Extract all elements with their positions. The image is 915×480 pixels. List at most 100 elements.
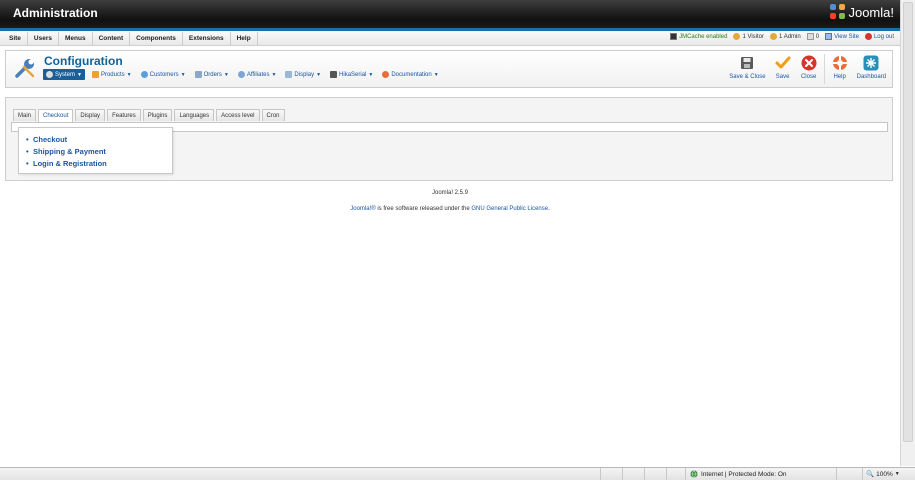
gpl-link[interactable]: GNU General Public License [471, 206, 548, 212]
admin-icon [770, 33, 778, 40]
submenu-products[interactable]: Products ▼ [90, 70, 134, 79]
chevron-down-icon: ▼ [126, 71, 132, 78]
joomla-logo-icon [830, 4, 846, 20]
license-suffix-text: . [548, 206, 550, 212]
zoom-icon: 🔍 [866, 471, 875, 478]
joomla-logo-text: Joomla! [848, 4, 894, 20]
joomla-link[interactable]: Joomla!® [350, 206, 375, 212]
toolbar-divider [823, 54, 825, 84]
security-zone[interactable]: Internet | Protected Mode: On [690, 470, 787, 478]
menu-site[interactable]: Site [3, 32, 28, 45]
dropdown-item-login-registration[interactable]: Login & Registration [26, 159, 172, 168]
system-icon [46, 71, 53, 78]
documentation-icon [382, 71, 390, 78]
visitor-icon [733, 33, 741, 40]
chevron-down-icon: ▼ [271, 71, 277, 78]
dashboard-button[interactable]: Dashboard [853, 54, 890, 84]
statusbar-divider [666, 468, 667, 480]
tab-access-level[interactable]: Access level [216, 109, 260, 121]
browser-statusbar: Internet | Protected Mode: On 🔍 100% ▼ [0, 467, 915, 480]
main-menu: Site Users Menus Content Components Exte… [3, 32, 258, 45]
tab-main[interactable]: Main [13, 109, 37, 121]
help-button[interactable]: Help [827, 54, 853, 84]
submenu-customers[interactable]: Customers ▼ [139, 70, 188, 79]
submenu-affiliates[interactable]: Affiliates ▼ [236, 70, 279, 79]
monitor-icon [825, 33, 833, 40]
close-button[interactable]: Close [796, 54, 822, 84]
admin-page: Administration Joomla! Site Users Menus … [0, 0, 915, 480]
tab-languages[interactable]: Languages [174, 109, 215, 121]
submenu-documentation[interactable]: Documentation ▼ [380, 70, 440, 79]
config-content: Main Checkout Display Features Plugins L… [5, 97, 893, 181]
status-menu: JMCache enabled 1 Visitor 1 Admin 0 View… [670, 33, 894, 40]
zoom-control[interactable]: 🔍 100% ▼ [866, 470, 900, 479]
visitors-status: 1 Visitor [733, 33, 764, 40]
menu-users[interactable]: Users [28, 32, 59, 45]
products-icon [91, 71, 99, 78]
dropdown-item-checkout[interactable]: Checkout [26, 135, 172, 144]
mail-icon [806, 33, 814, 40]
config-tabs: Main Checkout Display Features Plugins L… [13, 109, 285, 122]
save-button[interactable]: Save [770, 54, 796, 84]
checkmark-icon [774, 54, 792, 72]
tab-checkout[interactable]: Checkout [38, 109, 74, 122]
joomla-version: Joomla! 2.5.9 [431, 190, 469, 196]
tab-cron[interactable]: Cron [261, 109, 285, 121]
menu-menus[interactable]: Menus [59, 32, 93, 45]
tab-features[interactable]: Features [107, 109, 141, 121]
save-close-button[interactable]: Save & Close [725, 54, 769, 84]
hikashop-submenu: System ▼ Products ▼ Customers ▼ Orders ▼… [43, 69, 441, 80]
logout-icon [864, 33, 872, 40]
globe-icon [690, 470, 698, 478]
toolbar-buttons: Save & Close Save Close Help Dashboard [725, 54, 890, 84]
display-icon [285, 71, 293, 78]
menu-components[interactable]: Components [130, 32, 183, 45]
dashboard-icon [862, 54, 880, 72]
tab-display[interactable]: Display [75, 109, 106, 121]
chevron-down-icon: ▼ [894, 471, 900, 477]
statusbar-divider [600, 468, 601, 480]
vertical-scrollbar[interactable] [900, 0, 915, 466]
messages-status[interactable]: 0 [806, 33, 819, 40]
menu-content[interactable]: Content [93, 32, 131, 45]
hikaserial-icon [330, 71, 338, 78]
cache-icon [670, 33, 678, 40]
wrench-icon [15, 59, 35, 78]
customers-icon [140, 71, 148, 78]
orders-icon [194, 71, 202, 78]
admin-title: Administration [13, 6, 98, 20]
statusbar-divider [685, 468, 686, 480]
chevron-down-icon: ▼ [316, 71, 322, 78]
license-middle-text: is free software released under the [375, 206, 472, 212]
menu-help[interactable]: Help [231, 32, 258, 45]
statusbar-divider [644, 468, 645, 480]
close-icon [800, 54, 818, 72]
submenu-hikaserial[interactable]: HikaSerial ▼ [328, 70, 375, 79]
logout-link[interactable]: Log out [864, 33, 894, 40]
page-title: Configuration [44, 54, 123, 68]
admins-status: 1 Admin [770, 33, 801, 40]
chevron-down-icon: ▼ [77, 71, 82, 78]
chevron-down-icon: ▼ [433, 71, 439, 78]
dropdown-item-shipping-payment[interactable]: Shipping & Payment [26, 147, 172, 156]
lifebuoy-icon [831, 54, 849, 72]
config-toolbar: Configuration System ▼ Products ▼ Custom… [5, 50, 893, 88]
floppy-icon [738, 54, 756, 72]
statusbar-divider [836, 468, 837, 480]
joomla-logo: Joomla! [830, 4, 894, 20]
submenu-system[interactable]: System ▼ [43, 69, 85, 80]
tab-plugins[interactable]: Plugins [142, 109, 173, 121]
menu-extensions[interactable]: Extensions [183, 32, 231, 45]
top-menubar: Site Users Menus Content Components Exte… [0, 31, 900, 46]
submenu-orders[interactable]: Orders ▼ [193, 70, 231, 79]
affiliates-icon [237, 71, 245, 78]
chevron-down-icon: ▼ [368, 71, 374, 78]
statusbar-divider [622, 468, 623, 480]
scrollbar-thumb[interactable] [903, 2, 913, 442]
checkout-dropdown-menu: Checkout Shipping & Payment Login & Regi… [18, 127, 173, 174]
submenu-display[interactable]: Display ▼ [283, 70, 323, 79]
chevron-down-icon: ▼ [223, 71, 229, 78]
cache-status[interactable]: JMCache enabled [670, 33, 727, 40]
chevron-down-icon: ▼ [180, 71, 186, 78]
view-site-link[interactable]: View Site [825, 33, 859, 40]
